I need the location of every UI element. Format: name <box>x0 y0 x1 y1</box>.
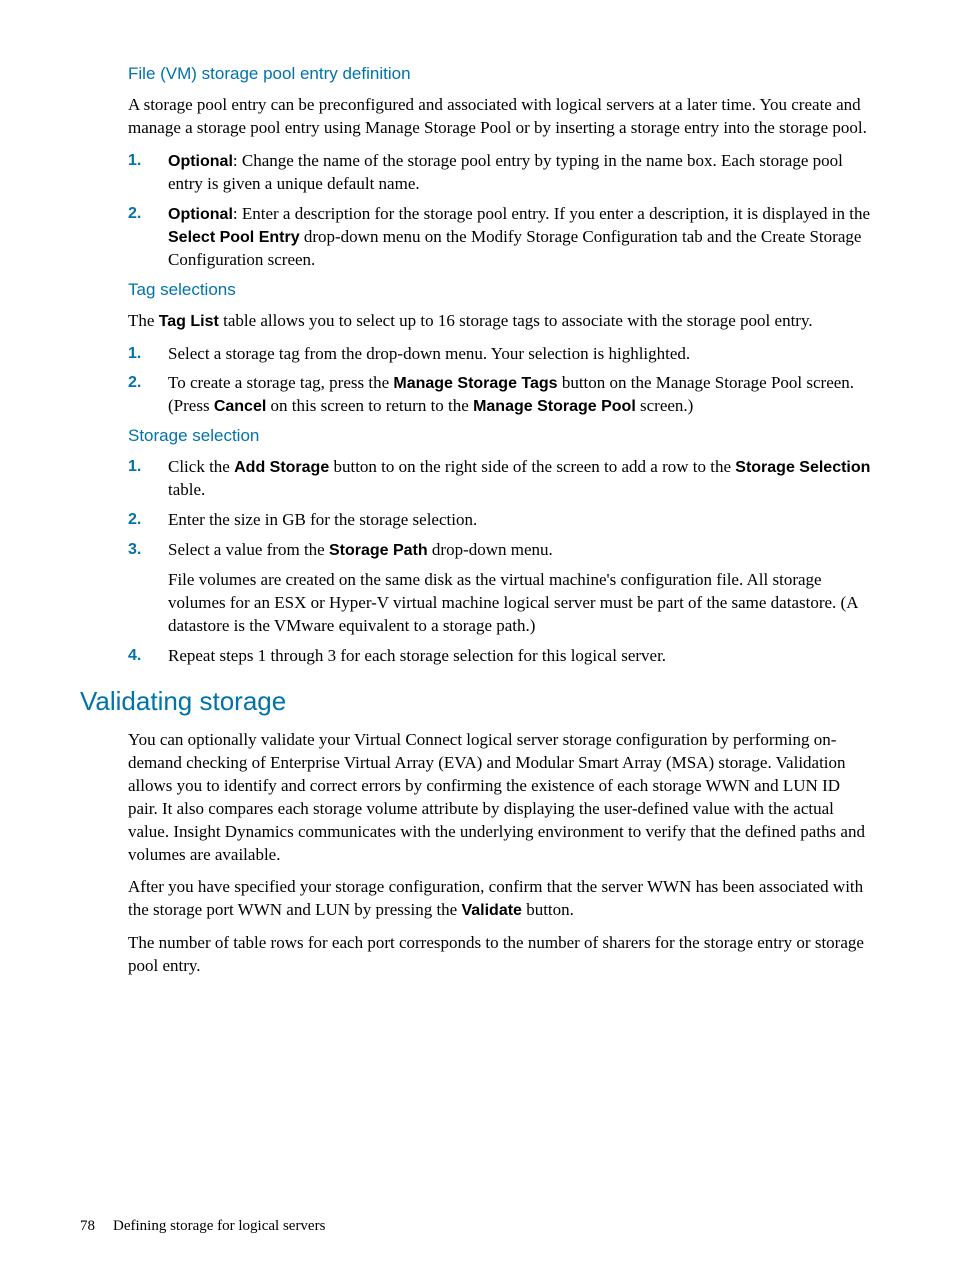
list-item: Optional: Enter a description for the st… <box>128 203 874 272</box>
text: screen.) <box>636 396 694 415</box>
ordered-list: Select a storage tag from the drop-down … <box>128 343 874 419</box>
heading-validating-storage: Validating storage <box>80 686 874 717</box>
list-item: Select a value from the Storage Path dro… <box>128 539 874 638</box>
bold-text: Optional <box>168 153 233 170</box>
text: button. <box>522 900 574 919</box>
paragraph: The Tag List table allows you to select … <box>128 310 874 333</box>
text: To create a storage tag, press the <box>168 373 393 392</box>
ordered-list: Click the Add Storage button to on the r… <box>128 456 874 668</box>
bold-text: Add Storage <box>234 459 329 476</box>
text: table. <box>168 480 205 499</box>
bold-text: Tag List <box>159 313 219 330</box>
heading-storage-selection: Storage selection <box>128 426 874 446</box>
paragraph: After you have specified your storage co… <box>128 876 874 922</box>
paragraph: The number of table rows for each port c… <box>128 932 874 978</box>
paragraph: You can optionally validate your Virtual… <box>128 729 874 867</box>
bold-text: Select Pool Entry <box>168 229 300 246</box>
bold-text: Validate <box>461 902 521 919</box>
ordered-list: Optional: Change the name of the storage… <box>128 150 874 272</box>
bold-text: Cancel <box>214 398 266 415</box>
list-item: Enter the size in GB for the storage sel… <box>128 509 874 532</box>
text: : Change the name of the storage pool en… <box>168 151 843 193</box>
bold-text: Manage Storage Tags <box>393 375 557 392</box>
list-item: Select a storage tag from the drop-down … <box>128 343 874 366</box>
bold-text: Storage Path <box>329 542 428 559</box>
text: button to on the right side of the scree… <box>329 457 735 476</box>
text: : Enter a description for the storage po… <box>233 204 870 223</box>
text: table allows you to select up to 16 stor… <box>219 311 813 330</box>
list-item: Optional: Change the name of the storage… <box>128 150 874 196</box>
paragraph: File volumes are created on the same dis… <box>168 569 874 638</box>
text: Click the <box>168 457 234 476</box>
text: on this screen to return to the <box>266 396 473 415</box>
heading-tag-selections: Tag selections <box>128 280 874 300</box>
text: Select a value from the <box>168 540 329 559</box>
list-item: Repeat steps 1 through 3 for each storag… <box>128 645 874 668</box>
text: drop-down menu. <box>428 540 553 559</box>
bold-text: Manage Storage Pool <box>473 398 636 415</box>
list-item: Click the Add Storage button to on the r… <box>128 456 874 502</box>
bold-text: Storage Selection <box>735 459 870 476</box>
footer-title: Defining storage for logical servers <box>113 1218 325 1234</box>
paragraph: A storage pool entry can be preconfigure… <box>128 94 874 140</box>
heading-file-vm-storage-pool: File (VM) storage pool entry definition <box>128 64 874 84</box>
page-number: 78 <box>80 1218 95 1234</box>
page-footer: 78 Defining storage for logical servers <box>80 1218 325 1235</box>
text: The <box>128 311 159 330</box>
bold-text: Optional <box>168 206 233 223</box>
list-item: To create a storage tag, press the Manag… <box>128 372 874 418</box>
